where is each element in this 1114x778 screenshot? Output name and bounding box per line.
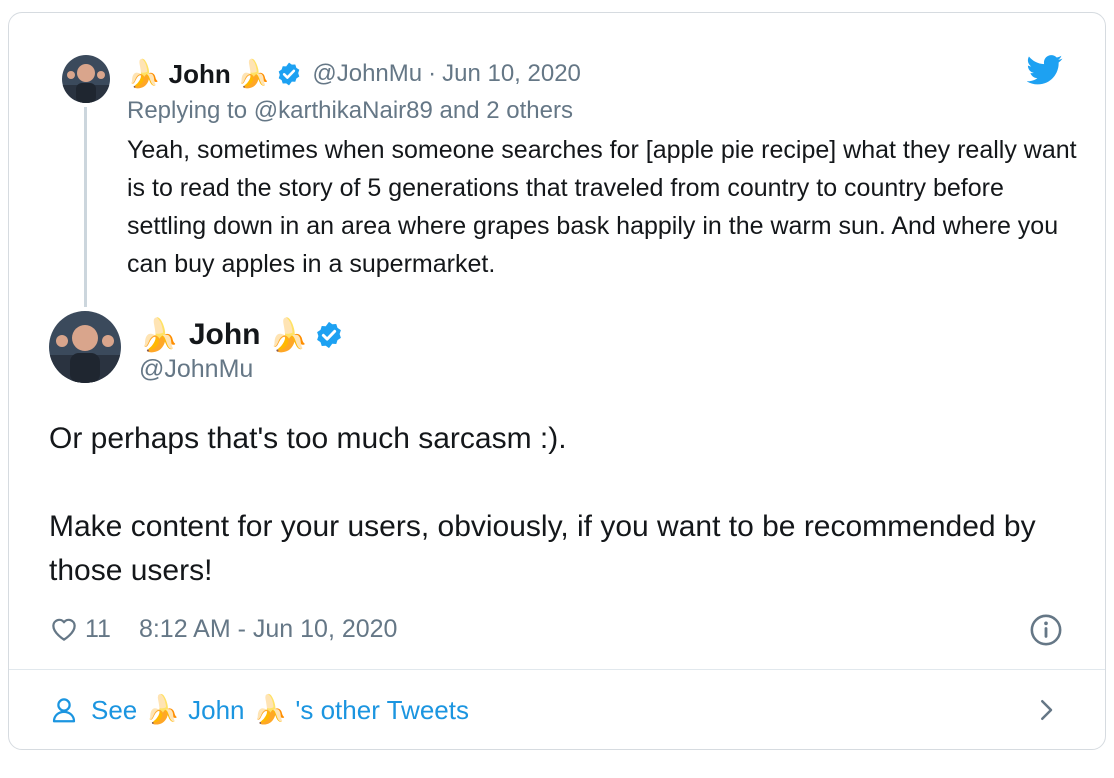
separator-dot: · (428, 60, 437, 87)
footer-divider (9, 669, 1105, 670)
footer-prefix: See (91, 694, 138, 725)
banana-emoji-icon: 🍌 (268, 317, 309, 353)
parent-tweet-text: Yeah, sometimes when someone searches fo… (127, 136, 1077, 278)
main-tweet-text: Or perhaps that's too much sarcasm :). M… (49, 417, 1079, 593)
person-icon (52, 698, 76, 723)
chevron-right-icon[interactable] (1031, 695, 1061, 725)
main-tweet-paragraph-1: Or perhaps that's too much sarcasm :). (49, 422, 567, 455)
parent-author-name[interactable]: John (169, 59, 231, 90)
main-author-handle[interactable]: @JohnMu (139, 355, 253, 384)
thread-connector-line (84, 107, 87, 307)
main-avatar[interactable] (49, 311, 121, 383)
heart-icon[interactable] (49, 614, 79, 644)
parent-tweet-header: 🍌 John 🍌 @JohnMu · Jun 10, 2020 (127, 57, 581, 91)
twitter-bird-icon[interactable] (1027, 55, 1063, 85)
parent-tweet-date[interactable]: Jun 10, 2020 (442, 60, 581, 88)
replying-others-link[interactable]: and 2 others (433, 97, 573, 124)
replying-to-line: Replying to @karthikaNair89 and 2 others (127, 97, 573, 125)
tweet-timestamp[interactable]: 8:12 AM - Jun 10, 2020 (139, 615, 398, 644)
like-count[interactable]: 11 (85, 615, 111, 644)
info-icon[interactable] (1029, 613, 1063, 647)
banana-emoji-icon: 🍌 (139, 317, 179, 353)
main-tweet-paragraph-2: Make content for your users, obviously, … (49, 510, 1036, 587)
footer-suffix: 's other Tweets (295, 694, 469, 725)
banana-emoji-icon: 🍌 (127, 58, 161, 89)
main-tweet-author: 🍌 John 🍌 (139, 315, 344, 355)
parent-author-handle[interactable]: @JohnMu (312, 60, 422, 88)
banana-emoji-icon: 🍌 (252, 694, 288, 725)
embedded-tweet-card: 🍌 John 🍌 @JohnMu · Jun 10, 2020 Replying… (8, 12, 1106, 750)
banana-emoji-icon: 🍌 (236, 58, 271, 89)
replying-prefix: Replying to (127, 97, 254, 124)
main-author-name[interactable]: John (189, 318, 261, 352)
replying-user-link[interactable]: @karthikaNair89 (254, 97, 433, 124)
verified-badge-icon (279, 62, 300, 86)
parent-avatar[interactable] (62, 55, 110, 103)
footer-name: John (188, 694, 245, 725)
see-other-tweets-label[interactable]: See 🍌 John 🍌's other Tweets (91, 695, 469, 726)
see-other-tweets-link[interactable]: See 🍌 John 🍌's other Tweets (49, 691, 469, 729)
banana-emoji-icon: 🍌 (145, 694, 181, 725)
tweet-meta-row: 11 8:12 AM - Jun 10, 2020 (49, 611, 397, 647)
verified-badge-icon (317, 321, 342, 349)
